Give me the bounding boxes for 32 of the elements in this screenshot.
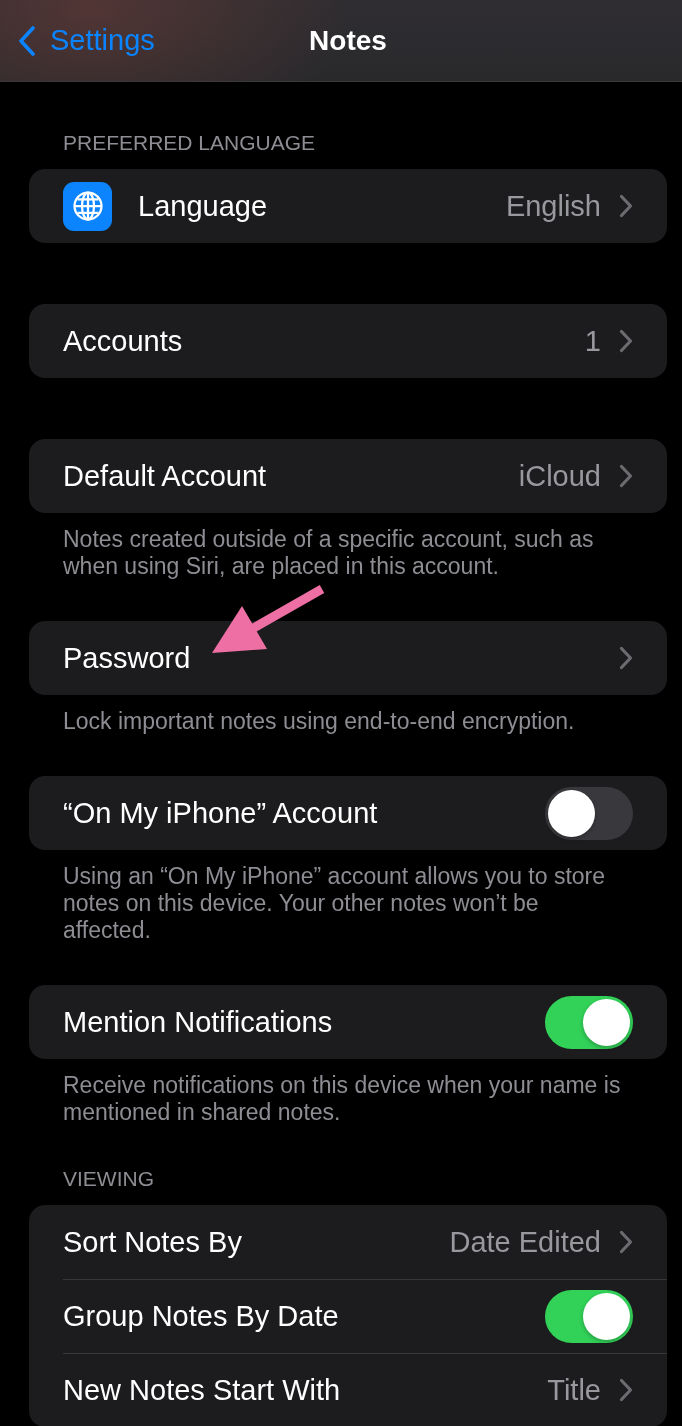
section-footer: Lock important notes using end-to-end encryption.: [29, 695, 667, 735]
setting-label: Mention Notifications: [63, 1005, 334, 1039]
setting-label: Group Notes By Date: [63, 1299, 340, 1333]
chevron-icon: [18, 25, 36, 56]
section-header: VIEWING: [62, 1167, 155, 1191]
chevron-icon: [619, 1230, 633, 1254]
section-header: PREFERRED LANGUAGE: [62, 131, 317, 155]
settings-row[interactable]: Password: [29, 621, 667, 695]
current-value: Date Edited: [449, 1225, 601, 1259]
chevron-icon: [619, 646, 633, 670]
chevron-icon: [619, 1378, 633, 1402]
section-footer: Using an “On My iPhone” account allows you to store notes on this device. Your other notes won’t be affected.: [29, 850, 667, 944]
globe-icon: [63, 181, 112, 231]
chevron-icon: [619, 329, 633, 353]
nav-title: Notes: [309, 24, 387, 57]
settings-row[interactable]: Default Account iCloud: [29, 439, 667, 513]
chevron-icon: [619, 194, 633, 218]
settings-row[interactable]: Language English: [29, 169, 667, 243]
current-value: Title: [547, 1373, 601, 1407]
settings-row[interactable]: Sort Notes By Date Edited: [29, 1205, 667, 1279]
settings-row[interactable]: New Notes Start With Title: [29, 1353, 667, 1426]
current-value: iCloud: [518, 459, 601, 493]
settings-row[interactable]: Accounts 1: [29, 304, 667, 378]
chevron-icon: [619, 464, 633, 488]
toggle-switch[interactable]: [545, 786, 633, 840]
toggle-switch[interactable]: [545, 1289, 633, 1343]
section-footer: Receive notifications on this device when your name is mentioned in shared notes.: [29, 1059, 667, 1126]
current-value: English: [505, 189, 601, 223]
toggle-switch[interactable]: [545, 995, 633, 1049]
section-footer: Notes created outside of a specific account, such as when using Siri, are placed in this account.: [29, 513, 667, 580]
current-value: 1: [584, 324, 601, 358]
setting-label: “On My iPhone” Account: [63, 796, 379, 830]
